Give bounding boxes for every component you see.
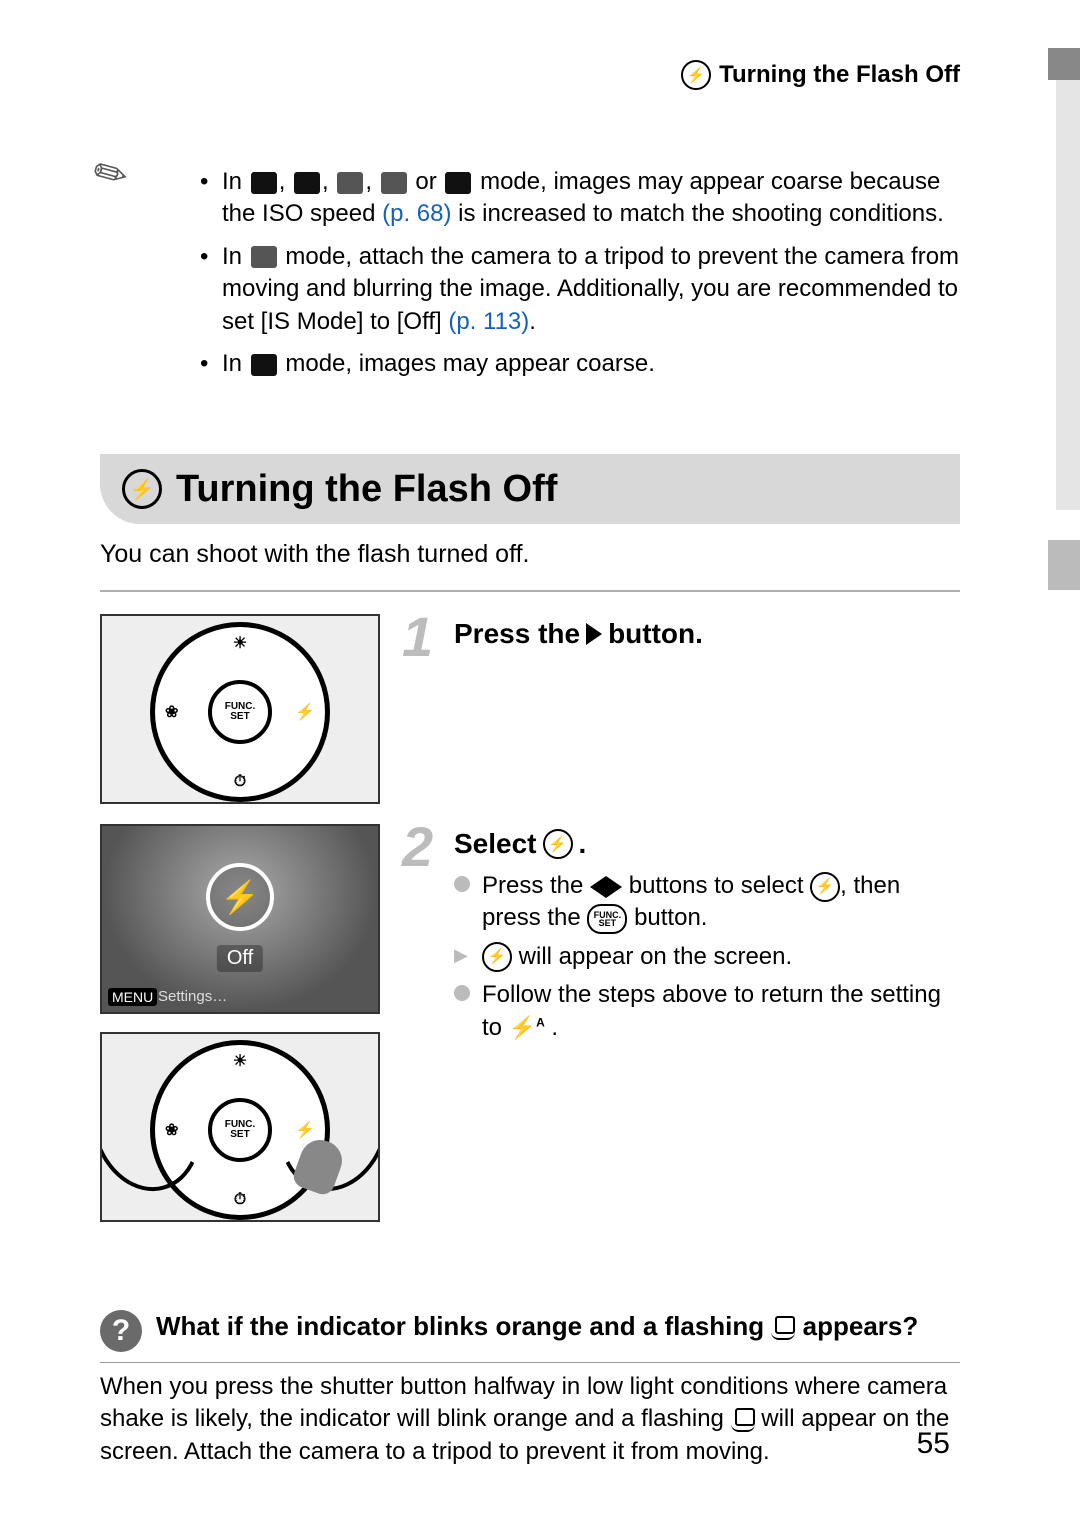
- page-number: 55: [917, 1427, 950, 1461]
- note-item: In , , , or mode, images may appear coar…: [200, 166, 960, 231]
- manual-page: Turning the Flash Off ✎ In , , , or mode…: [0, 0, 1080, 1521]
- mode-icon-sunset: [337, 172, 363, 194]
- divider: [100, 1362, 960, 1363]
- step-number: 1: [402, 604, 433, 669]
- mode-icon-iso3200: [251, 354, 277, 376]
- dial-illustration: FUNC. SET ☀ ⏱ ❀ ⚡: [100, 614, 380, 804]
- running-header-text: Turning the Flash Off: [719, 61, 960, 89]
- flash-off-icon: [810, 872, 840, 902]
- note-bullets: In , , , or mode, images may appear coar…: [160, 166, 960, 380]
- tip-body: When you press the shutter button halfwa…: [100, 1371, 960, 1468]
- lcd-screenshot: ⚡ Off MENU Settings…: [100, 824, 380, 1014]
- func-set-icon: FUNC.SET: [587, 904, 627, 934]
- flash-off-icon: [543, 829, 573, 859]
- mode-icon-fireworks: [381, 172, 407, 194]
- dial-right-icon: ⚡: [295, 702, 315, 722]
- section-title: Turning the Flash Off: [176, 468, 557, 511]
- dial-left-icon: ❀: [165, 702, 178, 722]
- step-title: Select .: [454, 828, 960, 860]
- section-heading: Turning the Flash Off: [100, 454, 960, 524]
- lcd-menu-label: MENU: [108, 988, 157, 1006]
- step-number: 2: [402, 814, 433, 879]
- note-item: In mode, attach the camera to a tripod t…: [200, 241, 960, 338]
- running-header: Turning the Flash Off: [681, 60, 960, 90]
- step-2: ⚡ Off MENU Settings… FUNC. SET ☀ ⏱ ❀: [100, 824, 960, 1222]
- note-box: ✎ In , , , or mode, images may appear co…: [100, 150, 960, 396]
- steps-container: FUNC. SET ☀ ⏱ ❀ ⚡ 1 Press the button.: [100, 614, 960, 1242]
- lcd-off-label: Off: [217, 945, 263, 972]
- side-thumb-tabs: [1056, 80, 1080, 510]
- tip-title: What if the indicator blinks orange and …: [156, 1310, 918, 1344]
- flash-auto-icon: ⚡A: [509, 1013, 545, 1043]
- step-line: Press the buttons to select , then press…: [454, 870, 960, 935]
- step-1: FUNC. SET ☀ ⏱ ❀ ⚡ 1 Press the button.: [100, 614, 960, 804]
- divider: [100, 590, 960, 592]
- dial-top-icon: ☀: [233, 633, 247, 653]
- lcd-flash-off-icon: ⚡: [206, 863, 274, 931]
- pencil-icon: ✎: [85, 143, 143, 203]
- step-title: Press the button.: [454, 618, 960, 650]
- dial-press-illustration: FUNC. SET ☀ ⏱ ❀ ⚡: [100, 1032, 380, 1222]
- func-set-button: FUNC. SET: [208, 1098, 272, 1162]
- mode-icon-fireworks-2: [251, 246, 277, 268]
- step-line: will appear on the screen.: [454, 941, 960, 973]
- camera-shake-icon: [771, 1316, 795, 1340]
- page-link[interactable]: (p. 68): [382, 200, 451, 227]
- right-button-icon: [586, 623, 602, 645]
- step-body: Press the buttons to select , then press…: [454, 870, 960, 1044]
- question-icon: ?: [100, 1310, 142, 1352]
- step-line: Follow the steps above to return the set…: [454, 979, 960, 1044]
- left-button-icon: [590, 876, 606, 898]
- mode-icon-night: [251, 172, 277, 194]
- note-item: In mode, images may appear coarse.: [200, 348, 960, 380]
- func-set-button: FUNC. SET: [208, 680, 272, 744]
- flash-off-icon: [482, 942, 512, 972]
- section-intro: You can shoot with the flash turned off.: [100, 540, 529, 569]
- flash-off-icon: [681, 60, 711, 90]
- flash-off-icon: [122, 469, 162, 509]
- camera-shake-icon: [731, 1408, 755, 1432]
- dial-bottom-icon: ⏱: [234, 773, 246, 791]
- mode-icon-kids-pets: [294, 172, 320, 194]
- page-link[interactable]: (p. 113): [448, 308, 529, 335]
- tip-box: ? What if the indicator blinks orange an…: [100, 1310, 960, 1468]
- side-tab-dark: [1048, 48, 1080, 80]
- mode-icon-aquarium: [445, 172, 471, 194]
- right-button-icon: [606, 876, 622, 898]
- lcd-settings-label: Settings…: [158, 988, 227, 1005]
- side-tab-current: [1048, 540, 1080, 590]
